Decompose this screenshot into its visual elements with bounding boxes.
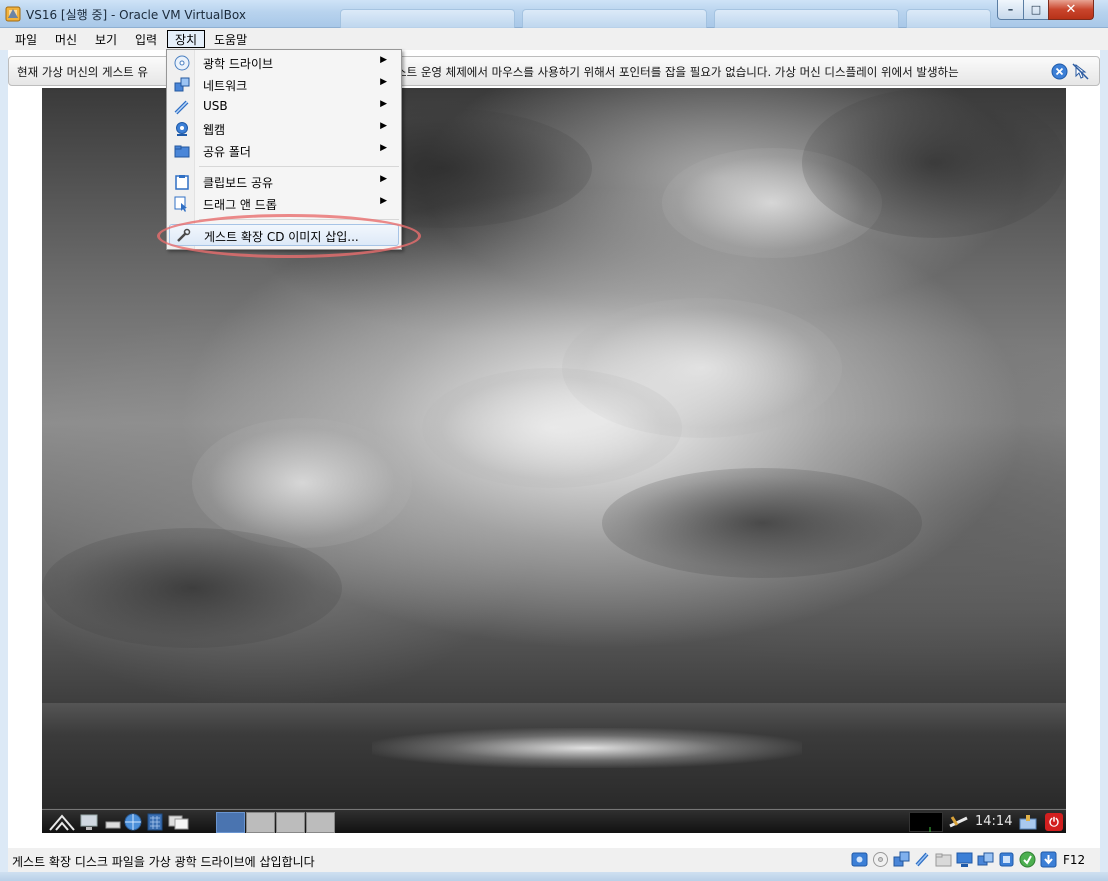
window-frame-right [1100,50,1108,881]
workspace-1-button[interactable] [216,812,245,833]
menu-help[interactable]: 도움말 [207,30,254,48]
menu-item-label: 클립보드 공유 [203,176,274,190]
calculator-icon[interactable] [146,813,164,831]
menu-item-label: 게스트 확장 CD 이미지 삽입... [204,230,359,244]
background-browser-tab [522,9,707,28]
notice-do-not-show-icon[interactable] [1072,63,1089,80]
submenu-arrow-icon: ▶ [380,174,387,184]
menu-item-label: 웹캠 [203,123,226,137]
show-desktop-icon[interactable] [80,813,98,831]
network-icon [174,77,190,92]
guest-clock: 14:14 [975,814,1013,829]
sea-light-reflection [372,728,802,768]
shared-folder-icon [174,145,190,158]
background-browser-tab [340,9,515,28]
hard-disk-status-icon[interactable] [851,851,868,868]
cloud-shape [602,468,922,578]
submenu-arrow-icon: ▶ [380,77,387,87]
notice-close-icon[interactable] [1051,63,1068,80]
webcam-icon [176,122,188,136]
menu-item-shared-folders[interactable]: 공유 폴더 ▶ [169,140,399,162]
menu-input[interactable]: 입력 [128,30,164,48]
notice-text-right: 스트 운영 체제에서 마우스를 사용하기 위해서 포인터를 잡을 필요가 없습니… [396,65,959,79]
workspace-2-button[interactable] [246,812,275,833]
usb-status-icon[interactable] [914,851,931,868]
submenu-arrow-icon: ▶ [380,143,387,153]
virtualbox-app-icon [5,6,21,22]
menu-view[interactable]: 보기 [88,30,124,48]
guest-taskbar: 14:14 ⏻ [42,809,1066,833]
power-button[interactable]: ⏻ [1045,813,1063,831]
lock-screen-icon[interactable] [1019,813,1037,831]
workspace-4-button[interactable] [306,812,335,833]
devices-menu-dropdown: 광학 드라이브 ▶ 네트워크 ▶ USB ▶ 웹캠 ▶ 공유 폴더 ▶ 클립보드… [166,49,402,250]
submenu-arrow-icon: ▶ [380,121,387,131]
menu-separator [199,166,399,167]
menubar: 파일 머신 보기 입력 장치 도움말 [0,28,1108,50]
menu-item-label: 네트워크 [203,79,248,93]
display-status-icon[interactable] [956,851,973,868]
menu-item-label: USB [203,99,228,113]
submenu-arrow-icon: ▶ [380,196,387,206]
window-switcher-icon[interactable] [168,813,190,831]
network-tray-icon[interactable] [947,813,971,831]
menu-item-insert-guest-additions[interactable]: 게스트 확장 CD 이미지 삽입... [169,224,399,246]
menu-machine[interactable]: 머신 [48,30,84,48]
menu-file[interactable]: 파일 [8,30,44,48]
menu-item-optical-drive[interactable]: 광학 드라이브 ▶ [169,52,399,74]
usb-icon [174,100,189,115]
submenu-arrow-icon: ▶ [380,99,387,109]
minimize-button[interactable]: – [997,0,1024,20]
clipboard-icon [175,175,189,190]
cpu-monitor [909,812,943,832]
menu-item-drag-and-drop[interactable]: 드래그 앤 드롭 ▶ [169,193,399,215]
menu-item-label: 드래그 앤 드롭 [203,198,277,212]
mouse-integration-status-icon[interactable] [1019,851,1036,868]
drag-drop-icon [174,196,187,212]
background-browser-tab [906,9,991,28]
network-status-icon[interactable] [893,851,910,868]
menu-item-label: 광학 드라이브 [203,57,274,71]
menu-item-label: 공유 폴더 [203,145,251,159]
keyboard-capture-status-icon[interactable] [1040,851,1057,868]
window-frame-bottom [0,872,1108,881]
optical-drive-icon [174,55,190,71]
guest-additions-icon [177,228,191,242]
window-title: VS16 [실행 중] - Oracle VM VirtualBox [26,8,246,22]
workspace-3-button[interactable] [276,812,305,833]
terminal-icon[interactable] [104,813,122,831]
menu-item-shared-clipboard[interactable]: 클립보드 공유 ▶ [169,171,399,193]
cloud-shape [42,528,342,648]
window-frame-left [0,50,8,881]
notice-text-left: 현재 가상 머신의 게스트 유 [17,65,149,79]
menu-item-webcam[interactable]: 웹캠 ▶ [169,118,399,140]
vt-x-status-icon[interactable] [998,851,1015,868]
shared-folders-status-icon[interactable] [935,851,952,868]
menu-item-network[interactable]: 네트워크 ▶ [169,74,399,96]
maximize-button[interactable]: □ [1023,0,1049,20]
statusbar: 게스트 확장 디스크 파일을 가상 광학 드라이브에 삽입합니다 F12 [8,848,1100,872]
window-titlebar[interactable]: VS16 [실행 중] - Oracle VM VirtualBox – □ ✕ [0,0,1108,28]
menu-devices[interactable]: 장치 [167,30,206,48]
submenu-arrow-icon: ▶ [380,55,387,65]
status-message: 게스트 확장 디스크 파일을 가상 광학 드라이브에 삽입합니다 [12,855,315,869]
menu-separator [199,219,399,220]
optical-drive-status-icon[interactable] [872,851,889,868]
cloud-shape [802,88,1066,238]
menu-item-usb[interactable]: USB ▶ [169,96,399,118]
start-menu-icon[interactable] [48,813,76,831]
close-button[interactable]: ✕ [1048,0,1094,20]
background-browser-tab [714,9,899,28]
video-capture-status-icon[interactable] [977,851,994,868]
web-browser-icon[interactable] [124,813,142,831]
host-key-label: F12 [1063,852,1086,867]
cloud-shape [422,368,682,488]
